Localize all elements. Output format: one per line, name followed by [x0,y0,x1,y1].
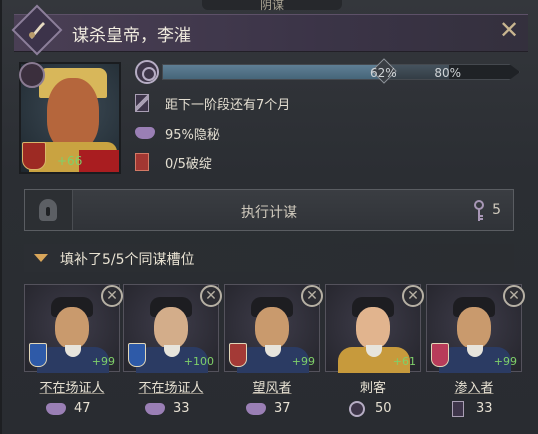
agent-contribution-value: 50 [375,401,392,416]
agent-opinion: +99 [493,355,517,368]
agent-face [356,307,390,349]
target-coat-of-arms[interactable] [22,142,46,170]
agent-role-link[interactable]: 不在场证人 [123,377,219,396]
agent-coat-of-arms[interactable] [128,343,146,367]
agent-contribution: 33 [426,400,522,420]
agent-contribution: 33 [123,400,219,420]
agent-role-link[interactable]: 不在场证人 [24,377,120,396]
agent-coat-of-arms[interactable] [29,343,47,367]
breach-stat: 0/5破绽 [135,152,335,172]
agent-role-link[interactable]: 刺客 [325,377,421,396]
hourglass-icon [452,401,464,417]
remove-agent-button[interactable]: ✕ [301,285,323,307]
mask-icon [135,124,155,142]
agent-opinion: +99 [91,355,115,368]
agent-contribution-value: 33 [476,401,493,416]
scheme-title: 谋杀皇帝，李漼 [72,26,191,46]
close-icon: ✕ [498,16,520,44]
agent-opinion: +99 [291,355,315,368]
agent-contribution: 50 [325,400,421,420]
mask-icon [246,403,266,415]
agent-slots-header[interactable]: 填补了5/5个同谋槽位 [24,244,514,272]
collapse-arrow-icon [34,254,48,262]
progress-next-label: 80% [434,66,462,80]
dynasty-emblem-icon[interactable] [19,62,45,88]
agent-portrait[interactable]: +99 ✕ [426,284,525,373]
agent-contribution: 47 [24,400,120,420]
agent-portrait[interactable]: +61 ✕ [325,284,424,373]
agent-face [255,307,289,349]
execute-scheme-button[interactable]: 执行计谋 5 [24,189,514,231]
progress-current-label: 62% [369,66,397,80]
remove-agent-button[interactable]: ✕ [200,285,222,307]
agent-slots-label: 填补了5/5个同谋槽位 [60,252,195,268]
secrecy-text: 95%隐秘 [165,128,220,143]
target-opinion: +66 [57,154,83,168]
progress-fill [163,65,385,79]
agent-contribution-value: 33 [173,401,190,416]
agent-contribution-value: 37 [274,401,291,416]
agent-portrait[interactable]: +100 ✕ [123,284,222,373]
agent-portrait[interactable]: +99 ✕ [224,284,323,373]
dagger-hand-icon [29,22,45,39]
close-button[interactable]: ✕ [498,18,520,42]
agent-face [457,307,491,349]
execute-label: 执行计谋 [241,205,297,221]
agent-role-link[interactable]: 渗入者 [426,377,522,396]
agent-face [154,307,188,349]
scheme-progress-bar [162,64,520,80]
scheme-window: 阴谋 谋杀皇帝，李漼 ✕ +66 62% 80% 距下一阶段还有7个月 95%隐… [0,0,538,434]
breach-icon [135,153,155,171]
scheme-progress-icon [135,60,159,84]
agent-opinion: +61 [392,355,416,368]
scheme-wheel-icon [349,401,365,417]
agent-role-link[interactable]: 望风者 [224,377,320,396]
remove-agent-button[interactable]: ✕ [503,285,525,307]
hourglass-icon [135,94,155,112]
target-robe-detail [79,150,119,172]
target-face [47,78,99,150]
mask-icon [145,403,165,415]
agent-opinion: +100 [183,355,214,368]
agent-coat-of-arms[interactable] [229,343,247,367]
agent-face [55,307,89,349]
agent-portrait[interactable]: +99 ✕ [24,284,123,373]
mask-icon [46,403,66,415]
agent-coat-of-arms[interactable] [431,343,449,367]
remove-agent-button[interactable]: ✕ [402,285,424,307]
key-icon [474,200,484,221]
agent-contribution-value: 47 [74,401,91,416]
remove-agent-button[interactable]: ✕ [101,285,123,307]
key-count: 5 [492,202,501,218]
secrecy-stat: 95%隐秘 [135,123,335,143]
breach-text: 0/5破绽 [165,157,212,172]
phase-stat: 距下一阶段还有7个月 [135,93,395,113]
window-tab-label: 阴谋 [202,0,342,12]
agent-contribution: 37 [224,400,320,420]
phase-text: 距下一阶段还有7个月 [165,98,291,113]
